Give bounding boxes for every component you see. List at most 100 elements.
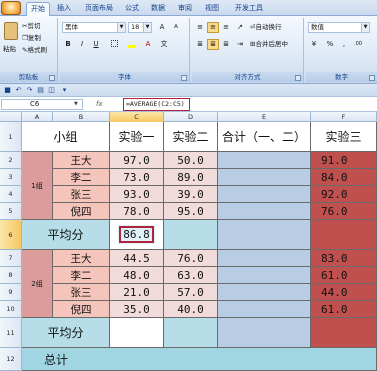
- row-header-1[interactable]: 1: [0, 122, 22, 152]
- g2-exp2-2[interactable]: 63.0: [164, 267, 218, 284]
- g2-exp3-1[interactable]: 83.0: [311, 250, 377, 267]
- row-header-12[interactable]: 12: [0, 348, 22, 371]
- g2-total-4[interactable]: [218, 301, 311, 318]
- column-header-a[interactable]: A: [22, 112, 53, 122]
- align-bottom-button[interactable]: ≡: [220, 22, 232, 33]
- g2-exp1-4[interactable]: 35.0: [110, 301, 164, 318]
- preview-icon[interactable]: ◫: [47, 86, 56, 95]
- fill-color-button[interactable]: [126, 39, 138, 50]
- column-header-b[interactable]: B: [53, 112, 110, 122]
- row-header-6[interactable]: 6: [0, 220, 22, 250]
- row-header-11[interactable]: 11: [0, 318, 22, 348]
- indent-button[interactable]: ⇥: [234, 39, 246, 50]
- tab-home[interactable]: 开始: [26, 2, 50, 16]
- cut-button[interactable]: ✂剪切: [22, 21, 40, 31]
- number-launcher[interactable]: [369, 75, 375, 81]
- g1-exp1-3[interactable]: 93.0: [110, 186, 164, 203]
- font-name-select[interactable]: 黑体 ▼: [62, 22, 126, 33]
- header-exp2[interactable]: 实验二: [164, 122, 218, 152]
- row-header-5[interactable]: 5: [0, 203, 22, 220]
- g1-name-4[interactable]: 倪四: [53, 203, 110, 220]
- bold-button[interactable]: B: [62, 39, 74, 50]
- g1-exp1-4[interactable]: 78.0: [110, 203, 164, 220]
- column-header-c[interactable]: C: [110, 112, 164, 122]
- tab-formulas[interactable]: 公式: [122, 2, 142, 16]
- column-header-e[interactable]: E: [218, 112, 311, 122]
- g2-exp3-4[interactable]: 61.0: [311, 301, 377, 318]
- underline-button[interactable]: U: [90, 39, 102, 50]
- select-all-corner[interactable]: [0, 112, 22, 122]
- avg-exp3-2[interactable]: [311, 318, 377, 348]
- g1-total-4[interactable]: [218, 203, 311, 220]
- wrap-text-button[interactable]: ⏎自动换行: [250, 22, 281, 32]
- g1-total-3[interactable]: [218, 186, 311, 203]
- g2-exp1-3[interactable]: 21.0: [110, 284, 164, 301]
- italic-button[interactable]: I: [76, 39, 88, 50]
- g2-total-3[interactable]: [218, 284, 311, 301]
- increase-decimal-button[interactable]: .00: [352, 39, 364, 50]
- fx-icon[interactable]: fx: [96, 99, 120, 110]
- header-exp3[interactable]: 实验三: [311, 122, 377, 152]
- align-left-button[interactable]: ≣: [194, 39, 206, 50]
- header-group[interactable]: 小组: [22, 122, 110, 152]
- g1-exp1-2[interactable]: 73.0: [110, 169, 164, 186]
- save-icon[interactable]: ■: [3, 86, 12, 95]
- align-center-button[interactable]: ≣: [207, 39, 219, 50]
- avg-exp1-2[interactable]: [110, 318, 164, 348]
- row-header-9[interactable]: 9: [0, 284, 22, 301]
- tab-data[interactable]: 数据: [148, 2, 168, 16]
- g1-exp1-1[interactable]: 97.0: [110, 152, 164, 169]
- formula-input[interactable]: =AVERAGE(C2:C5): [123, 98, 190, 111]
- number-format-select[interactable]: 数值 ▼: [308, 22, 370, 33]
- format-painter-button[interactable]: ✎格式刷: [22, 45, 47, 55]
- shrink-font-button[interactable]: A: [170, 22, 182, 33]
- font-size-select[interactable]: 18 ▼: [128, 22, 152, 33]
- g2-exp1-1[interactable]: 44.5: [110, 250, 164, 267]
- tab-insert[interactable]: 插入: [54, 2, 74, 16]
- currency-button[interactable]: ¥: [308, 39, 320, 50]
- g2-exp3-3[interactable]: 44.0: [311, 284, 377, 301]
- g1-exp3-3[interactable]: 92.0: [311, 186, 377, 203]
- g1-exp2-1[interactable]: 50.0: [164, 152, 218, 169]
- g1-exp3-1[interactable]: 91.0: [311, 152, 377, 169]
- paste-icon[interactable]: [4, 22, 18, 40]
- avg-label-1[interactable]: 平均分: [22, 220, 110, 250]
- avg-value-c6[interactable]: 86.8: [110, 220, 164, 250]
- alignment-launcher[interactable]: [295, 75, 301, 81]
- column-header-f[interactable]: F: [311, 112, 377, 122]
- avg-total-1[interactable]: [218, 220, 311, 250]
- align-middle-button[interactable]: ≡: [207, 22, 219, 33]
- g1-exp3-2[interactable]: 84.0: [311, 169, 377, 186]
- g2-name-4[interactable]: 倪四: [53, 301, 110, 318]
- g1-exp2-3[interactable]: 39.0: [164, 186, 218, 203]
- chevron-down-icon[interactable]: ▼: [74, 101, 78, 107]
- column-header-d[interactable]: D: [164, 112, 218, 122]
- g1-total-2[interactable]: [218, 169, 311, 186]
- avg-exp3-1[interactable]: [311, 220, 377, 250]
- merge-center-button[interactable]: ⊞合并后居中: [250, 39, 288, 49]
- tab-developer[interactable]: 开发工具: [230, 2, 268, 16]
- align-right-button[interactable]: ≣: [220, 39, 232, 50]
- g2-exp2-1[interactable]: 76.0: [164, 250, 218, 267]
- tab-view[interactable]: 视图: [202, 2, 222, 16]
- g2-exp1-2[interactable]: 48.0: [110, 267, 164, 284]
- avg-label-2[interactable]: 平均分: [22, 318, 110, 348]
- group2-label[interactable]: 2组: [22, 250, 53, 318]
- paste-button[interactable]: 粘贴: [3, 44, 16, 54]
- total-row[interactable]: 总计: [22, 348, 377, 371]
- font-launcher[interactable]: [181, 75, 187, 81]
- percent-button[interactable]: %: [324, 39, 336, 50]
- undo-icon[interactable]: ↶: [14, 86, 23, 95]
- group1-label[interactable]: 1组: [22, 152, 53, 220]
- avg-exp2-2[interactable]: [164, 318, 218, 348]
- g2-total-1[interactable]: [218, 250, 311, 267]
- avg-exp2-1[interactable]: [164, 220, 218, 250]
- row-header-8[interactable]: 8: [0, 267, 22, 284]
- row-header-4[interactable]: 4: [0, 186, 22, 203]
- g1-name-2[interactable]: 李二: [53, 169, 110, 186]
- phonetic-button[interactable]: 文: [158, 39, 170, 50]
- g1-total-1[interactable]: [218, 152, 311, 169]
- tab-review[interactable]: 审阅: [175, 2, 195, 16]
- header-total[interactable]: 合计（一、二）: [218, 122, 311, 152]
- customize-icon[interactable]: ▾: [60, 86, 69, 95]
